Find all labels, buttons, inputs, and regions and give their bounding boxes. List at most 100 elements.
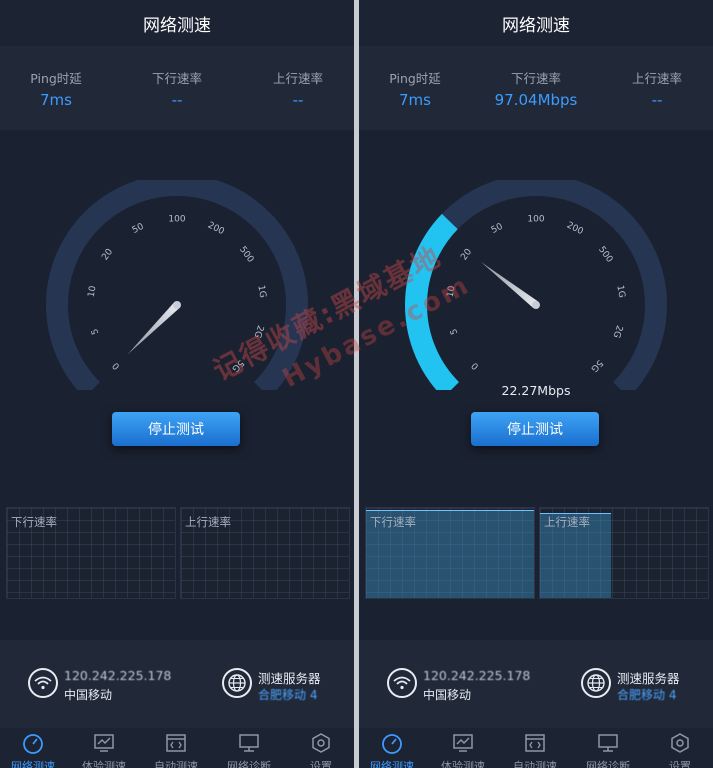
tab-label: 设置 (669, 760, 691, 768)
stat-label: 下行速率 (510, 71, 561, 86)
globe-icon (581, 668, 611, 698)
stat-upload: 上行速率 -- (607, 68, 707, 109)
gauge-tick-label: 20 (100, 247, 115, 262)
tab-experience-speed[interactable]: 体验测速 (428, 728, 498, 768)
panel-label: 上行速率 (185, 515, 231, 529)
stat-ping: Ping时延 7ms (6, 68, 106, 109)
gauge-tick-label: 500 (237, 245, 255, 265)
tab-label: 体验测速 (82, 760, 126, 768)
gauge-needle-hub (173, 301, 181, 309)
tab-label: 网络测速 (11, 760, 55, 768)
tab-network-diagnosis[interactable]: 网络诊断 (573, 728, 643, 768)
ip-address: 120.242.225.178 (423, 668, 531, 683)
stat-value: 7ms (399, 91, 431, 109)
stat-label: 上行速率 (272, 71, 323, 86)
gauge-tick-label: 5G (229, 357, 245, 373)
wifi-icon (28, 668, 58, 698)
stat-download: 下行速率 -- (127, 68, 227, 109)
gauge-needle (480, 261, 539, 309)
stat-value: -- (171, 91, 183, 109)
carrier-name: 中国移动 (64, 688, 113, 702)
stat-label: 下行速率 (151, 71, 202, 86)
stat-value: 97.04Mbps (494, 91, 578, 109)
panel-label: 下行速率 (370, 515, 416, 529)
gauge-tick-label: 2G (611, 324, 624, 339)
tab-auto-speed[interactable]: 自动测速 (141, 728, 211, 768)
page-title: 网络测速 (359, 0, 713, 46)
gauge-tick-label: 5G (588, 357, 604, 373)
gauge-tick-label: 1G (614, 285, 626, 299)
tab-label: 设置 (310, 760, 332, 768)
stat-value: 7ms (40, 91, 72, 109)
tab-label: 自动测速 (513, 760, 557, 768)
panel-label: 上行速率 (544, 515, 590, 529)
stat-download: 下行速率 97.04Mbps (486, 68, 586, 109)
code-window-icon (166, 734, 186, 752)
gauge-progress (405, 213, 460, 390)
gauge-tick-label: 100 (527, 215, 544, 225)
gauge-needle (127, 302, 180, 355)
settings-icon (312, 733, 330, 753)
download-chart-panel: 下行速率 (365, 507, 535, 599)
gauge-tick-label: 50 (131, 222, 146, 236)
code-window-icon (525, 734, 545, 752)
info-bar: 120.242.225.178 中国移动 测速服务器 合肥移动 4 (0, 640, 354, 728)
tab-network-diagnosis[interactable]: 网络诊断 (214, 728, 284, 768)
tab-settings[interactable]: 设置 (645, 728, 713, 768)
tab-settings[interactable]: 设置 (286, 728, 354, 768)
ip-address: 120.242.225.178 (64, 668, 172, 683)
gauge-tick-label: 5 (449, 327, 460, 336)
gauge-tick-label: 200 (565, 220, 585, 237)
stat-label: Ping时延 (30, 71, 82, 86)
stat-value: -- (292, 91, 304, 109)
tab-network-speed[interactable]: 网络测速 (359, 728, 427, 768)
server-title: 测速服务器 (258, 671, 321, 686)
tab-label: 体验测速 (441, 760, 485, 768)
gauge-tick-label: 200 (206, 220, 226, 237)
gauge-tick-label: 20 (459, 247, 474, 262)
bottom-nav: 网络测速 体验测速 自动测速 网络诊断 设置 (359, 728, 713, 768)
stats-bar: Ping时延 7ms 下行速率 97.04Mbps 上行速率 -- (359, 46, 713, 130)
gauge-tick-label: 2G (252, 324, 265, 339)
gauge-tick-label: 0 (111, 360, 122, 371)
monitor-chart-icon (453, 734, 473, 752)
carrier-name: 中国移动 (423, 688, 472, 702)
stop-test-button[interactable]: 停止测试 (112, 412, 240, 446)
tab-label: 网络诊断 (227, 760, 271, 768)
tab-label: 自动测速 (154, 760, 198, 768)
stat-ping: Ping时延 7ms (365, 68, 465, 109)
stat-label: 上行速率 (631, 71, 682, 86)
gauge-tick-label: 100 (168, 215, 185, 225)
server-name-link[interactable]: 合肥移动 4 (617, 686, 676, 703)
panel-label: 下行速率 (11, 515, 57, 529)
monitor-chart-icon (94, 734, 114, 752)
wifi-icon (387, 668, 417, 698)
page-title: 网络测速 (0, 0, 354, 46)
upload-chart-panel: 上行速率 (180, 507, 350, 599)
speedtest-screen-idle: 网络测速 Ping时延 7ms 下行速率 -- 上行速率 -- 0 5 10 20 50… (0, 0, 354, 768)
gauge-tick-label: 10 (446, 285, 458, 298)
stop-test-button[interactable]: 停止测试 (471, 412, 599, 446)
globe-icon (222, 668, 252, 698)
info-bar: 120.242.225.178 中国移动 测速服务器 合肥移动 4 (359, 640, 713, 728)
tab-experience-speed[interactable]: 体验测速 (69, 728, 139, 768)
monitor-icon (598, 734, 618, 752)
stat-value: -- (651, 91, 663, 109)
upload-chart-panel: 上行速率 (539, 507, 709, 599)
gauge-tick-label: 1G (255, 285, 267, 299)
gauge-tick-label: 0 (470, 360, 481, 371)
download-chart-panel: 下行速率 (6, 507, 176, 599)
speed-gauge: 0 5 10 20 50 100 200 500 1G 2G 5G (46, 180, 308, 390)
tab-label: 网络诊断 (586, 760, 630, 768)
bottom-nav: 网络测速 体验测速 自动测速 网络诊断 设置 (0, 728, 354, 768)
server-name-link[interactable]: 合肥移动 4 (258, 686, 317, 703)
gauge-tick-label: 5 (90, 327, 101, 336)
monitor-icon (239, 734, 259, 752)
speedometer-icon (382, 734, 402, 754)
speedometer-icon (23, 734, 43, 754)
tab-network-speed[interactable]: 网络测速 (0, 728, 68, 768)
stat-upload: 上行速率 -- (248, 68, 348, 109)
server-title: 测速服务器 (617, 671, 680, 686)
speedtest-screen-running: 网络测速 Ping时延 7ms 下行速率 97.04Mbps 上行速率 -- 0… (359, 0, 713, 768)
tab-auto-speed[interactable]: 自动测速 (500, 728, 570, 768)
